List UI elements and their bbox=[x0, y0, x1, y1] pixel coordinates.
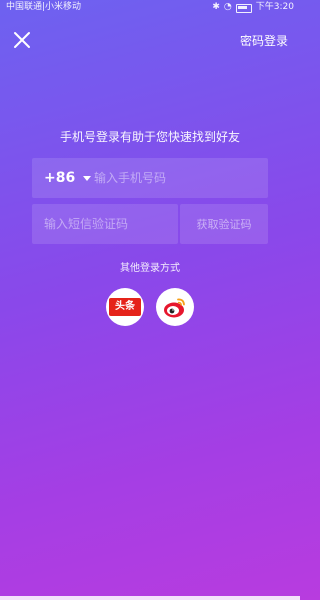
alarm-icon: ◔ bbox=[223, 2, 232, 12]
bottom-edge-bar bbox=[0, 596, 300, 600]
clock-label: 下午3:20 bbox=[255, 2, 294, 12]
close-button[interactable] bbox=[12, 30, 32, 50]
weibo-icon bbox=[164, 298, 185, 318]
status-icons: ✱ ◔ 下午3:20 bbox=[212, 0, 294, 14]
carrier-label: 中国联通|小米移动 bbox=[6, 2, 82, 12]
sms-code-field bbox=[32, 204, 178, 244]
bluetooth-icon: ✱ bbox=[212, 2, 220, 12]
chevron-down-icon bbox=[83, 176, 92, 181]
close-icon bbox=[14, 32, 30, 48]
other-login-label: 其他登录方式 bbox=[120, 263, 180, 274]
sms-code-row: 获取验证码 bbox=[32, 204, 268, 244]
phone-input-row: +86 bbox=[32, 158, 268, 198]
status-bar: 中国联通|小米移动 ✱ ◔ 下午3:20 bbox=[0, 0, 300, 14]
weibo-login-button[interactable] bbox=[156, 288, 194, 326]
toutiao-login-button[interactable]: 头条 bbox=[106, 288, 144, 326]
get-code-button[interactable]: 获取验证码 bbox=[180, 204, 268, 244]
login-subtitle: 手机号登录有助于您快速找到好友 bbox=[59, 130, 240, 144]
password-login-link[interactable]: 密码登录 bbox=[240, 32, 288, 49]
country-code-label: +86 bbox=[44, 170, 76, 186]
toutiao-icon: 头条 bbox=[109, 298, 141, 316]
country-code-selector[interactable]: +86 bbox=[44, 158, 92, 198]
battery-icon bbox=[235, 4, 252, 13]
phone-number-input[interactable] bbox=[94, 158, 262, 198]
social-login-row: 头条 bbox=[0, 288, 300, 326]
sms-code-input[interactable] bbox=[44, 204, 174, 244]
